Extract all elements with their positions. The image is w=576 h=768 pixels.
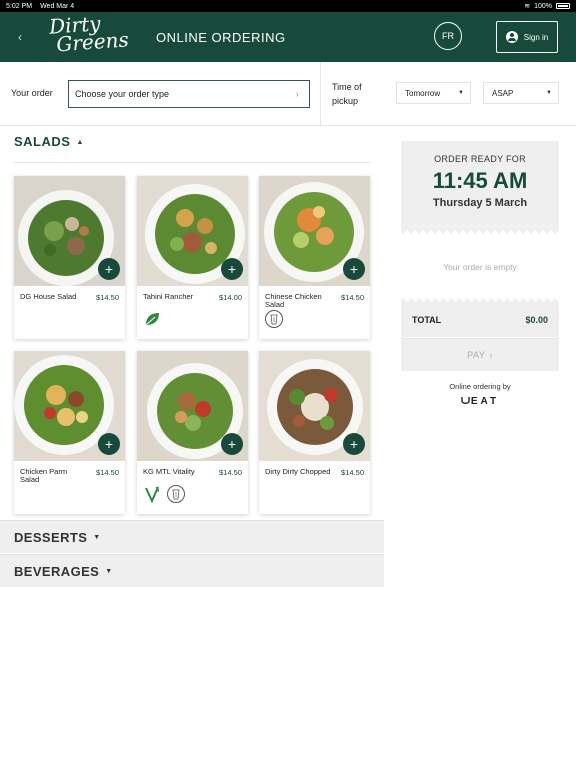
item-name: Chinese Chicken Salad [265,292,322,309]
item-name: DG House Salad [20,292,77,301]
desserts-title: DESSERTS [14,529,88,545]
sign-in-button[interactable]: Sign in [496,21,558,53]
item-price: $14.50 [341,293,364,302]
language-toggle-button[interactable]: FR [434,22,462,50]
ueat-brand-text: EAT [470,396,500,407]
ueat-logo: EAT [401,396,559,407]
add-item-button[interactable]: + [221,433,243,455]
takeout-cup-icon [167,485,185,503]
back-chevron-icon[interactable]: ‹ [18,30,38,44]
page-title: ONLINE ORDERING [156,29,286,45]
add-item-button[interactable]: + [343,258,365,280]
status-date: Wed Mar 4 [40,2,75,10]
menu-item-card[interactable]: + KG MTL Vitality $14.50 [137,351,248,514]
menu-item-card[interactable]: + Tahini Rancher $14.00 [137,176,248,339]
desserts-section-toggle[interactable]: DESSERTS ▼ [0,520,384,553]
total-value: $0.00 [525,315,548,325]
section-divider [14,162,370,163]
add-item-button[interactable]: + [221,258,243,280]
add-item-button[interactable]: + [343,433,365,455]
item-name: Chicken Parm Salad [20,467,68,484]
divider [320,62,321,126]
empty-cart-text: Your order is empty [443,262,517,272]
pickup-day-value: Tomorrow [405,88,441,98]
battery-percent: 100% [534,2,552,10]
pay-label: PAY [467,350,486,360]
ticket-edge [401,229,559,234]
sign-in-label: Sign in [523,32,549,42]
item-name: Dirty Dirty Chopped [265,467,331,476]
pickup-ticket: ORDER READY FOR 11:45 AM Thursday 5 Marc… [401,141,559,234]
caret-down-icon: ▼ [546,90,552,96]
caret-down-icon: ▼ [93,533,101,541]
plus-icon: + [349,261,359,277]
plus-icon: + [227,261,237,277]
item-price: $14.50 [96,468,119,477]
salads-title: SALADS [14,134,71,149]
add-item-button[interactable]: + [98,258,120,280]
menu-item-card[interactable]: + DG House Salad $14.50 [14,176,125,339]
caret-down-icon: ▼ [105,567,113,575]
menu-item-card[interactable]: + Chicken Parm Salad $14.50 [14,351,125,514]
order-type-placeholder: Choose your order type [75,89,170,99]
logo: Dirty Greens [48,11,130,57]
leaf-icon [143,310,161,328]
order-ready-label: ORDER READY FOR [434,154,526,164]
pickup-time-label: Time of pickup [332,82,362,106]
caret-up-icon: ▲ [76,139,84,146]
plus-icon: + [104,436,114,452]
pickup-day-select[interactable]: Tomorrow ▼ [396,82,471,104]
status-time: 5:02 PM [6,2,33,10]
ueat-u-icon [461,397,470,404]
beverages-section-toggle[interactable]: BEVERAGES ▼ [0,554,384,587]
item-price: $14.50 [96,293,119,302]
item-name: Tahini Rancher [143,292,194,301]
menu-item-card[interactable]: + Chinese Chicken Salad $14.50 [259,176,370,339]
battery-icon [556,3,570,9]
app-header: ‹ Dirty Greens ONLINE ORDERING FR Sign i… [0,11,576,62]
status-bar: 5:02 PM Wed Mar 4 ≋ 100% [0,0,576,12]
salads-section-toggle[interactable]: SALADS ▲ [14,134,84,149]
plus-icon: + [227,436,237,452]
total-label: TOTAL [412,315,442,325]
item-price: $14.00 [219,293,242,302]
wifi-icon: ≋ [524,3,531,10]
order-ready-time: 11:45 AM [432,168,528,193]
item-price: $14.50 [341,468,364,477]
chevron-right-icon: › [295,88,299,100]
caret-down-icon: ▼ [458,90,464,96]
pickup-time-value: ASAP [492,88,514,98]
powered-by-label: Online ordering by [449,382,511,391]
beverages-title: BEVERAGES [14,563,100,579]
plus-icon: + [104,261,114,277]
item-name: KG MTL Vitality [143,467,195,476]
order-bar: Your order Choose your order type › Time… [0,62,576,126]
pay-button[interactable]: PAY › [401,338,559,371]
plus-icon: + [349,436,359,452]
vegan-icon [143,485,161,503]
order-total: TOTAL $0.00 [401,303,559,337]
pickup-time-select[interactable]: ASAP ▼ [483,82,559,104]
order-ready-date: Thursday 5 March [432,197,528,209]
order-type-select[interactable]: Choose your order type › [68,80,310,108]
user-icon [505,31,518,43]
your-order-label: Your order [11,88,53,98]
add-item-button[interactable]: + [98,433,120,455]
menu-item-card[interactable]: + Dirty Dirty Chopped $14.50 [259,351,370,514]
item-price: $14.50 [219,468,242,477]
chevron-right-icon: › [489,350,493,360]
takeout-cup-icon [265,310,283,328]
